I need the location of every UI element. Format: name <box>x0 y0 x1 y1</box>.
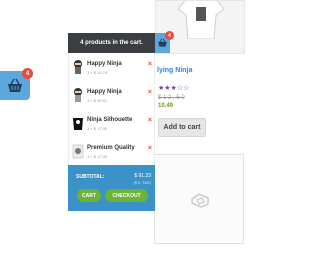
product-thumbnail-icon <box>74 60 82 74</box>
cart-header-title: 4 products in the cart. <box>68 33 155 53</box>
image-placeholder-icon <box>191 193 209 208</box>
checkout-button[interactable]: CHECKOUT <box>105 189 148 202</box>
view-cart-button[interactable]: CART <box>77 189 101 202</box>
product-image-placeholder[interactable] <box>154 154 244 244</box>
add-to-cart-button[interactable]: Add to cart <box>158 118 206 137</box>
product-title[interactable]: lying Ninja <box>157 67 192 74</box>
old-price: $ 1 2 . 5 0 <box>158 95 185 101</box>
remove-item-button[interactable]: × <box>148 61 152 68</box>
cart-item-name[interactable]: Premium Quality <box>87 145 135 151</box>
cart-count-badge: 4 <box>165 31 174 40</box>
shirt-icon <box>177 1 225 39</box>
cart-item-name[interactable]: Happy Ninja <box>87 89 122 95</box>
subtotal-tax-note: (EX. TAX) <box>133 180 151 185</box>
cart-item[interactable]: Happy Ninja 1 × $ 18.74 × <box>69 55 156 83</box>
subtotal-label: SUBTOTAL: <box>76 174 105 180</box>
cart-items-list: Happy Ninja 1 × $ 18.74 × Happy Ninja 1 … <box>68 53 155 165</box>
cart-item-price: 1 × $ 17.49 <box>87 126 108 131</box>
cart-item-name[interactable]: Happy Ninja <box>87 61 122 67</box>
basket-icon <box>158 38 167 47</box>
cart-count-badge: 4 <box>22 68 33 79</box>
basket-icon <box>8 78 22 92</box>
remove-item-button[interactable]: × <box>148 117 152 124</box>
cart-item-name[interactable]: Ninja Silhouette <box>87 117 132 123</box>
product-thumbnail-icon <box>74 88 82 102</box>
sale-price: 10.49 <box>158 103 174 109</box>
product-thumbnail-icon <box>73 118 83 130</box>
cart-item-price: 1 × $ 17.49 <box>87 154 108 159</box>
subtotal-value: $ 91.33 <box>134 173 151 179</box>
cart-item[interactable]: Ninja Silhouette 1 × $ 17.49 × <box>69 111 156 139</box>
cart-item[interactable]: Happy Ninja 1 × $ 39.91 × <box>69 83 156 111</box>
cart-item[interactable]: Premium Quality 1 × $ 17.49 × <box>69 139 156 167</box>
remove-item-button[interactable]: × <box>148 145 152 152</box>
product-thumbnail-icon <box>72 144 84 159</box>
remove-item-button[interactable]: × <box>148 89 152 96</box>
rating-stars: ★★★☆☆ <box>158 85 190 92</box>
cart-footer: SUBTOTAL: $ 91.33 (EX. TAX) CART CHECKOU… <box>68 165 155 211</box>
cart-item-price: 1 × $ 39.91 <box>87 98 108 103</box>
cart-item-price: 1 × $ 18.74 <box>87 70 108 75</box>
